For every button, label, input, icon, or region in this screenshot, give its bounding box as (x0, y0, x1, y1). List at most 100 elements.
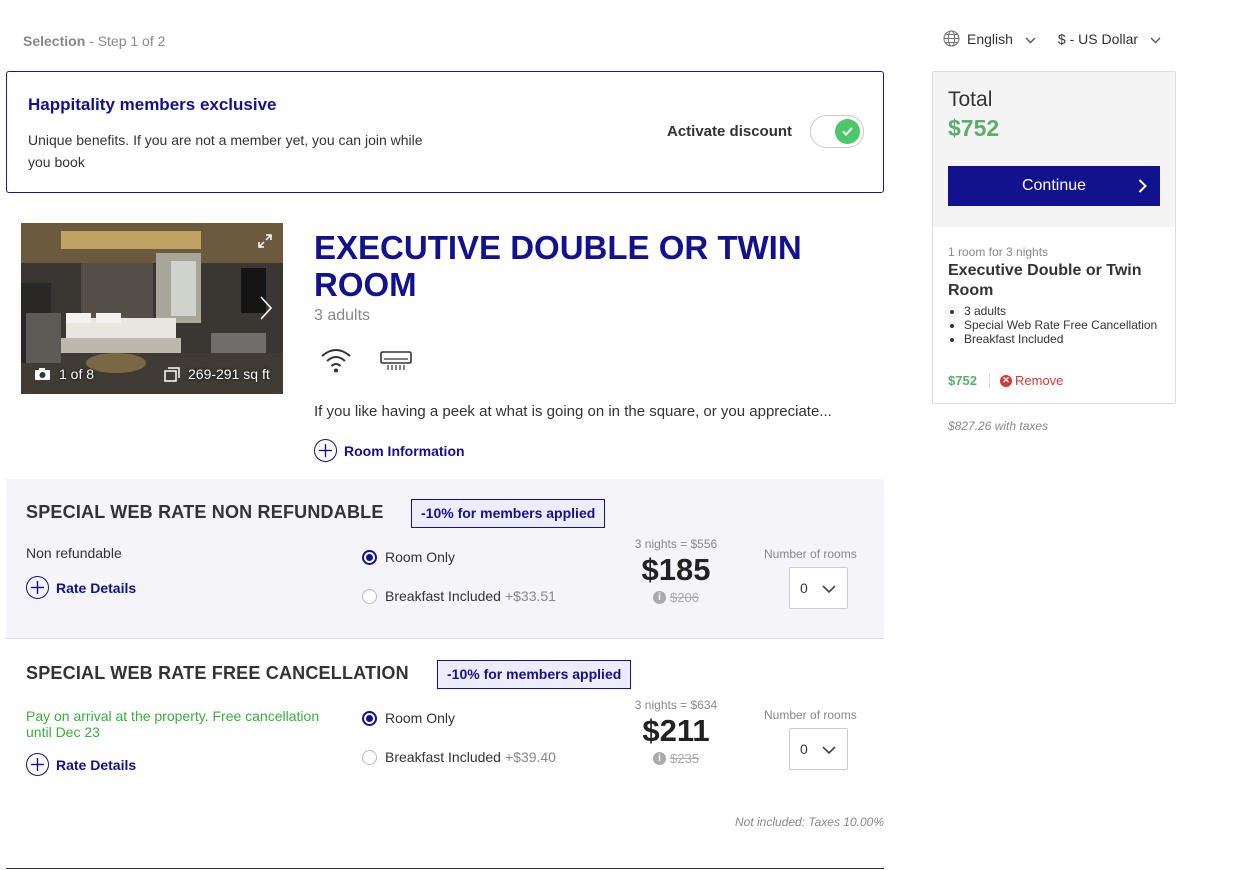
total-label: Total (948, 88, 993, 111)
number-of-rooms-label: Number of rooms (764, 708, 857, 722)
booking-summary: Total $752 Continue 1 room for 3 nights … (932, 71, 1176, 404)
air-conditioning-icon (380, 350, 412, 377)
option-label: Room Only (385, 549, 456, 565)
remove-label: Remove (1015, 373, 1064, 388)
plus-circle-icon (26, 753, 49, 776)
member-banner: Happitality members exclusive Unique ben… (6, 71, 884, 193)
step-text: - Step 1 of 2 (85, 33, 166, 49)
remove-button[interactable]: ✕ Remove (1000, 373, 1063, 388)
option-addon-price: +$39.40 (504, 749, 556, 765)
plus-circle-icon (314, 439, 337, 462)
member-discount-badge: -10% for members applied (437, 660, 632, 689)
room-occupancy: 3 adults (314, 307, 371, 324)
chevron-down-icon (822, 742, 836, 758)
summary-item: Breakfast Included (964, 332, 1164, 346)
radio-button[interactable] (362, 549, 377, 565)
step-label: Selection (23, 33, 86, 49)
chevron-right-icon[interactable] (259, 295, 273, 326)
language-label: English (967, 30, 1013, 47)
rate-details-label: Rate Details (56, 756, 137, 773)
member-banner-text: Unique benefits. If you are not a member… (28, 132, 423, 170)
room-size-text: 269-291 sq ft (188, 366, 270, 382)
camera-icon (34, 367, 51, 381)
divider (6, 868, 884, 869)
radio-button[interactable] (362, 710, 377, 726)
rooms-value: 0 (800, 741, 808, 757)
room-photo-gallery[interactable]: 1 of 8 269-291 sq ft (21, 223, 283, 394)
chevron-down-icon (1150, 31, 1161, 47)
rate-condition: Non refundable (26, 545, 122, 561)
continue-label: Continue (1021, 177, 1087, 194)
plus-circle-icon (26, 576, 49, 599)
nights-total: 3 nights = $556 (634, 537, 718, 551)
summary-item: Special Web Rate Free Cancellation (964, 318, 1164, 332)
expand-icon[interactable] (257, 233, 273, 254)
summary-header: Total $752 Continue (933, 72, 1175, 227)
original-price-value: $206 (670, 590, 699, 605)
activate-discount-toggle[interactable] (810, 115, 864, 148)
member-banner-title: Happitality members exclusive (28, 95, 277, 114)
step-indicator: Selection - Step 1 of 2 (23, 33, 165, 49)
currency-label: $ - US Dollar (1057, 30, 1139, 47)
option-room-only[interactable]: Room Only (362, 549, 455, 565)
total-with-taxes: $827.26 with taxes (948, 419, 1049, 433)
rate-title: SPECIAL WEB RATE FREE CANCELLATION (26, 663, 409, 683)
number-of-rooms-select[interactable]: 0 (789, 728, 848, 770)
rate-title: SPECIAL WEB RATE NON REFUNDABLE (26, 502, 384, 522)
rate-details-label: Rate Details (56, 579, 137, 596)
member-discount-badge: -10% for members applied (411, 499, 606, 528)
nightly-price: $211 (642, 713, 710, 748)
option-breakfast-included[interactable]: Breakfast Included +$33.51 (362, 588, 556, 604)
rate-details-link[interactable]: Rate Details (26, 576, 136, 599)
option-label: Breakfast Included (385, 588, 501, 604)
rooms-value: 0 (800, 580, 808, 596)
room-description: If you like having a peek at what is goi… (314, 403, 832, 420)
summary-nights: 1 room for 3 nights (948, 245, 1049, 259)
room-information-link[interactable]: Room Information (314, 439, 465, 462)
room-size-icon (164, 366, 180, 382)
room-size: 269-291 sq ft (164, 366, 270, 382)
activate-discount-label: Activate discount (667, 123, 793, 140)
rate-card-free-cancellation: SPECIAL WEB RATE FREE CANCELLATION -10% … (6, 640, 884, 800)
continue-button[interactable]: Continue (948, 166, 1160, 206)
toggle-knob (835, 119, 860, 144)
rate-card-non-refundable: SPECIAL WEB RATE NON REFUNDABLE -10% for… (6, 479, 884, 639)
photo-counter: 1 of 8 (34, 366, 94, 382)
nightly-price: $185 (641, 552, 711, 587)
check-icon (842, 127, 853, 136)
option-room-only[interactable]: Room Only (362, 710, 455, 726)
divider (989, 373, 990, 388)
chevron-right-icon (1138, 179, 1147, 198)
photo-count-text: 1 of 8 (59, 366, 95, 382)
room-information-label: Room Information (344, 442, 465, 459)
info-icon[interactable]: i (653, 752, 667, 765)
option-breakfast-included[interactable]: Breakfast Included +$39.40 (362, 749, 556, 765)
chevron-down-icon (822, 581, 836, 597)
rate-details-link[interactable]: Rate Details (26, 753, 136, 776)
option-addon-price: +$33.51 (504, 588, 556, 604)
rate-condition: Pay on arrival at the property. Free can… (26, 708, 320, 740)
currency-selector[interactable]: $ - US Dollar (1058, 31, 1183, 47)
locale-bar: English $ - US Dollar (943, 30, 1183, 47)
radio-button[interactable] (362, 588, 377, 604)
room-title: EXECUTIVE DOUBLE OR TWIN ROOM (314, 229, 802, 303)
number-of-rooms-select[interactable]: 0 (789, 567, 848, 609)
number-of-rooms-label: Number of rooms (764, 547, 857, 561)
nights-total: 3 nights = $634 (634, 698, 718, 712)
globe-icon (943, 30, 960, 47)
original-price: i $235 (620, 751, 732, 766)
summary-items: 3 adults Special Web Rate Free Cancellat… (964, 304, 1164, 346)
language-selector[interactable]: English (943, 30, 1058, 47)
original-price-value: $235 (670, 751, 699, 766)
info-icon[interactable]: i (653, 591, 667, 604)
taxes-note: Not included: Taxes 10.00% (735, 815, 884, 829)
summary-room-name: Executive Double or Twin Room (948, 262, 1142, 299)
radio-button[interactable] (362, 749, 377, 765)
original-price: i $206 (620, 590, 732, 605)
option-label: Room Only (385, 710, 456, 726)
wifi-icon (320, 346, 352, 379)
summary-item: 3 adults (964, 304, 1164, 318)
summary-price: $752 (948, 373, 977, 388)
total-value: $752 (948, 115, 1000, 141)
close-icon: ✕ (1000, 374, 1012, 387)
